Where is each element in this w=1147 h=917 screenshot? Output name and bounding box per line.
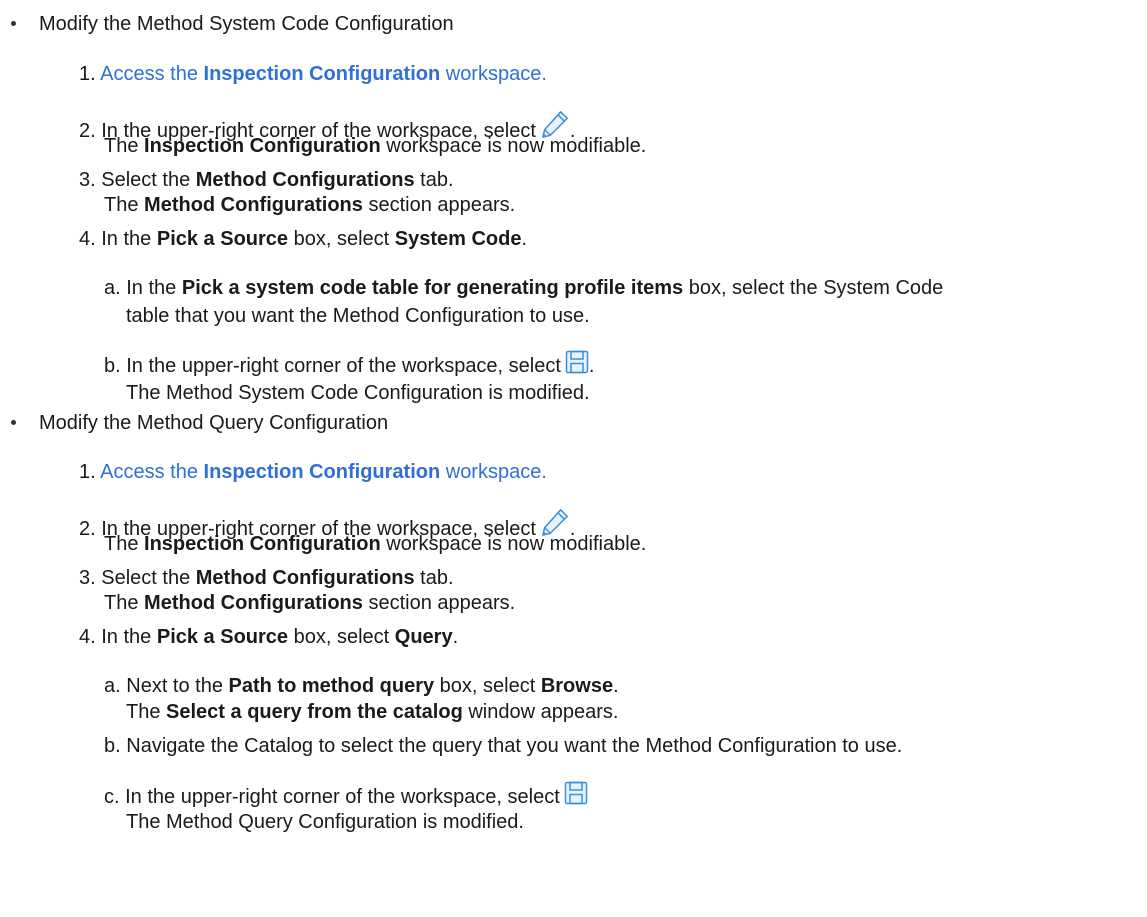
step-result: The Inspection Configuration workspace i…	[104, 533, 647, 555]
document-page: Modify the Method System Code Configurat…	[0, 0, 1147, 917]
substep-pick-table: a. In the Pick a system code table for g…	[104, 277, 944, 299]
step-result: The Inspection Configuration workspace i…	[104, 135, 647, 157]
substep-result: The Method System Code Configuration is …	[126, 382, 590, 404]
save-icon[interactable]	[565, 350, 589, 374]
substep-select-save: b. In the upper-right corner of the work…	[104, 350, 594, 377]
step-select-tab: 3. Select the Method Configurations tab.	[79, 567, 454, 589]
step-access-workspace[interactable]: 1. Access the Inspection Configuration w…	[79, 460, 547, 484]
substep-select-save: c. In the upper-right corner of the work…	[104, 781, 588, 808]
step-result: The Method Configurations section appear…	[104, 194, 516, 216]
section-heading-system-code: Modify the Method System Code Configurat…	[39, 13, 454, 35]
step-select-edit: 2. In the upper-right corner of the work…	[79, 109, 575, 142]
substep-continuation: table that you want the Method Configura…	[126, 305, 590, 327]
step-select-tab: 3. Select the Method Configurations tab.	[79, 169, 454, 191]
section-heading-query: Modify the Method Query Configuration	[39, 412, 389, 434]
substep-result: The Method Query Configuration is modifi…	[126, 811, 524, 833]
substep-browse: a. Next to the Path to method query box,…	[104, 675, 619, 697]
step-access-workspace[interactable]: 1. Access the Inspection Configuration w…	[79, 62, 547, 86]
step-pick-source: 4. In the Pick a Source box, select Quer…	[79, 626, 459, 648]
substep-navigate-catalog: b. Navigate the Catalog to select the qu…	[104, 735, 903, 757]
step-result: The Method Configurations section appear…	[104, 592, 516, 614]
substep-result: The Select a query from the catalog wind…	[126, 701, 619, 723]
access-workspace-link[interactable]: Access the Inspection Configuration work…	[100, 461, 547, 483]
step-select-edit: 2. In the upper-right corner of the work…	[79, 507, 575, 540]
step-pick-source: 4. In the Pick a Source box, select Syst…	[79, 228, 528, 250]
access-workspace-link[interactable]: Access the Inspection Configuration work…	[100, 63, 547, 85]
bullet-dot	[11, 21, 16, 26]
save-icon[interactable]	[564, 781, 588, 805]
bullet-dot	[11, 420, 16, 425]
